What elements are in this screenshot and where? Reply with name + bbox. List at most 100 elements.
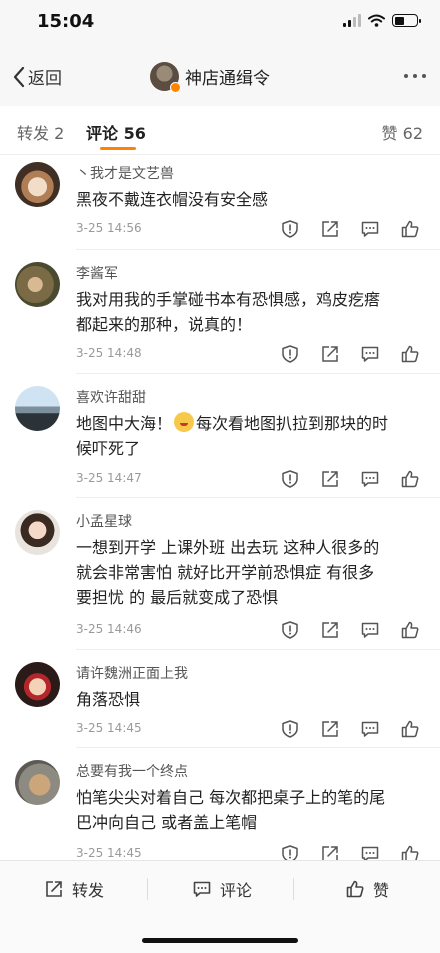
share-icon[interactable] (320, 844, 340, 860)
comment-line: 一想到开学 上课外班 出去玩 这种人很多的 (76, 538, 380, 557)
comment-actions (280, 620, 440, 640)
comment-time: 3-25 14:45 (76, 846, 142, 860)
comment-text: 我对用我的手掌碰书本有恐惧感，鸡皮疙瘩 都起来的那种，说真的！ (76, 287, 426, 337)
report-icon[interactable] (280, 620, 300, 640)
share-icon[interactable] (320, 469, 340, 489)
comment-line: 都起来的那种，说真的！ (76, 315, 253, 334)
comment-username[interactable]: 请许魏洲正面上我 (76, 663, 188, 683)
status-time: 15:04 (37, 11, 95, 32)
avatar[interactable] (15, 760, 60, 805)
like-icon[interactable] (400, 719, 420, 739)
like-button[interactable]: 赞 (345, 877, 389, 901)
comment-text: 地图中大海！ 每次看地图扒拉到那块的时 候吓死了 (76, 411, 426, 461)
comment-item: 小孟星球 一想到开学 上课外班 出去玩 这种人很多的 就会非常害怕 就好比开学前… (0, 498, 440, 650)
more-icon[interactable] (404, 74, 426, 78)
like-icon[interactable] (400, 844, 420, 860)
tab-repost[interactable]: 转发 2 (17, 120, 64, 144)
comment-username[interactable]: 李酱军 (76, 263, 118, 283)
avatar[interactable] (15, 510, 60, 555)
report-icon[interactable] (280, 719, 300, 739)
verified-badge-icon (170, 82, 181, 93)
comment-icon[interactable] (360, 219, 380, 239)
divider (147, 878, 148, 900)
like-icon[interactable] (400, 469, 420, 489)
comment-username[interactable]: 丶我才是文艺兽 (76, 163, 174, 183)
comment-username[interactable]: 小孟星球 (76, 511, 132, 531)
comment-icon[interactable] (360, 620, 380, 640)
comment-line: 地图中大海！ 每次看地图扒拉到那块的时 (76, 411, 426, 436)
divider (293, 878, 294, 900)
tab-likes[interactable]: 赞 62 (382, 120, 423, 144)
avatar[interactable] (15, 386, 60, 431)
like-label: 赞 (373, 881, 390, 900)
nav-bar: 返回 神店通缉令 (0, 48, 440, 106)
avatar[interactable] (15, 662, 60, 707)
comment-username[interactable]: 总要有我一个终点 (76, 761, 188, 781)
comment-label: 评论 (220, 881, 253, 900)
avatar[interactable] (15, 262, 60, 307)
share-icon (46, 881, 62, 897)
comment-item: 总要有我一个终点 怕笔尖尖对着自己 每次都把桌子上的笔的尾 巴冲向自己 或者盖上… (0, 748, 440, 860)
report-icon[interactable] (280, 344, 300, 364)
account-avatar[interactable] (150, 62, 181, 93)
comment-item: 请许魏洲正面上我 角落恐惧 3-25 14:45 (0, 650, 440, 748)
share-icon[interactable] (320, 344, 340, 364)
report-icon[interactable] (280, 844, 300, 860)
comment-icon[interactable] (360, 844, 380, 860)
signal-icon (343, 14, 361, 27)
comment-item: 丶我才是文艺兽 黑夜不戴连衣帽没有安全感 3-25 14:56 (0, 155, 440, 250)
tab-comments[interactable]: 评论 56 (86, 120, 146, 144)
wifi-icon (368, 14, 385, 27)
like-icon[interactable] (400, 344, 420, 364)
comment-item: 李酱军 我对用我的手掌碰书本有恐惧感，鸡皮疙瘩 都起来的那种，说真的！ 3-25… (0, 250, 440, 374)
comment-icon[interactable] (360, 469, 380, 489)
comment-time: 3-25 14:45 (76, 721, 142, 735)
comment-time: 3-25 14:47 (76, 471, 142, 485)
comment-line: 我对用我的手掌碰书本有恐惧感，鸡皮疙瘩 (76, 290, 381, 309)
comment-icon[interactable] (360, 719, 380, 739)
comment-line: 角落恐惧 (76, 690, 141, 709)
comment-text: 一想到开学 上课外班 出去玩 这种人很多的 就会非常害怕 就好比开学前恐惧症 有… (76, 535, 426, 610)
report-icon[interactable] (280, 219, 300, 239)
nav-title: 神店通缉令 (185, 69, 270, 89)
status-bar: 15:04 (0, 0, 440, 48)
avatar[interactable] (15, 162, 60, 207)
back-button[interactable]: 返回 (12, 64, 62, 89)
share-icon[interactable] (320, 620, 340, 640)
nav-title-group[interactable]: 神店通缉令 (150, 62, 270, 93)
bottom-action-bar: 转发 评论 赞 (0, 860, 440, 953)
back-chevron-icon (13, 66, 25, 87)
active-tab-indicator (100, 147, 136, 150)
tongue-face-emoji-icon (174, 412, 195, 432)
comment-username[interactable]: 喜欢许甜甜 (76, 387, 146, 407)
comment-actions (280, 344, 440, 364)
like-icon (346, 880, 364, 898)
comment-text-segment: 地图中大海！ (76, 414, 173, 433)
repost-label: 转发 (72, 881, 105, 900)
comment-time: 3-25 14:56 (76, 221, 142, 235)
comment-line: 黑夜不戴连衣帽没有安全感 (76, 190, 269, 209)
comment-text: 黑夜不戴连衣帽没有安全感 (76, 187, 426, 212)
comment-text-segment: 每次看地图扒拉到那块的时 (196, 414, 389, 433)
like-icon[interactable] (400, 219, 420, 239)
comment-time: 3-25 14:48 (76, 346, 142, 360)
comment-item: 喜欢许甜甜 地图中大海！ 每次看地图扒拉到那块的时 候吓死了 3-25 14:47 (0, 374, 440, 498)
like-icon[interactable] (400, 620, 420, 640)
comment-line: 就会非常害怕 就好比开学前恐惧症 有很多 (76, 563, 375, 582)
back-label: 返回 (28, 69, 62, 89)
home-indicator (142, 938, 298, 943)
comment-text: 怕笔尖尖对着自己 每次都把桌子上的笔的尾 巴冲向自己 或者盖上笔帽 (76, 785, 426, 835)
comment-actions (280, 469, 440, 489)
repost-button[interactable]: 转发 (44, 877, 104, 901)
comment-button[interactable]: 评论 (192, 877, 252, 901)
comment-time: 3-25 14:46 (76, 622, 142, 636)
report-icon[interactable] (280, 469, 300, 489)
comment-line: 要担忧 的 最后就变成了恐惧 (76, 588, 279, 607)
comment-text: 角落恐惧 (76, 687, 426, 712)
comment-actions (280, 219, 440, 239)
share-icon[interactable] (320, 219, 340, 239)
comment-actions (280, 844, 440, 860)
comment-icon[interactable] (360, 344, 380, 364)
comment-actions (280, 719, 440, 739)
share-icon[interactable] (320, 719, 340, 739)
